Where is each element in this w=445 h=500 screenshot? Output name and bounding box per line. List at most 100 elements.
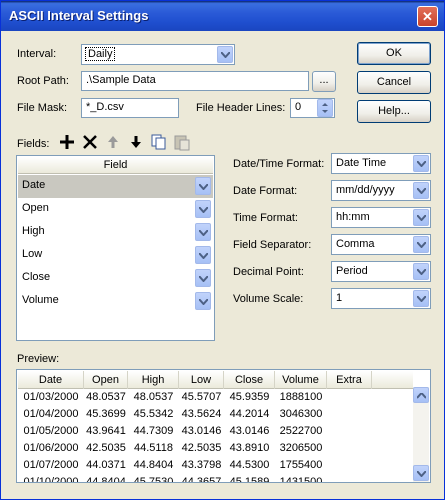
- interval-value: Daily: [84, 47, 116, 61]
- chevron-down-icon[interactable]: [195, 269, 211, 287]
- time-format-select[interactable]: hh:mm: [331, 207, 431, 228]
- preview-cell: 43.9641: [86, 425, 126, 437]
- header-lines-spinner[interactable]: [317, 99, 333, 117]
- chevron-down-icon[interactable]: [195, 223, 211, 241]
- preview-cell: 45.5707: [181, 391, 222, 403]
- preview-cell: 1431500: [279, 476, 323, 483]
- field-row-volume[interactable]: Volume: [18, 290, 213, 313]
- move-up-icon[interactable]: [103, 132, 123, 152]
- preview-scrollbar[interactable]: [413, 387, 429, 482]
- preview-cell: 3206500: [279, 442, 323, 454]
- preview-cell: 43.5624: [181, 408, 222, 420]
- scroll-up-icon[interactable]: [413, 387, 429, 403]
- field-row-high[interactable]: High: [18, 221, 213, 244]
- date-format-value: mm/dd/yyyy: [336, 184, 395, 196]
- chevron-down-icon[interactable]: [195, 292, 211, 310]
- preview-cell: 44.0371: [86, 459, 126, 471]
- preview-header: Date Open High Low Close Volume Extra: [18, 371, 413, 389]
- preview-cell: 1888100: [279, 391, 323, 403]
- interval-select[interactable]: Daily: [81, 44, 235, 65]
- help-button[interactable]: Help...: [357, 100, 431, 123]
- preview-cell: 43.0146: [229, 425, 270, 437]
- cancel-button[interactable]: Cancel: [357, 71, 431, 94]
- file-mask-label: File Mask:: [17, 102, 68, 114]
- field-name: Date: [22, 179, 46, 191]
- chevron-down-icon[interactable]: [413, 182, 429, 199]
- ok-button[interactable]: OK: [357, 42, 431, 65]
- chevron-down-icon[interactable]: [413, 290, 429, 307]
- preview-row: 01/04/2000 45.3699 45.5342 43.5624 44.2014 30…: [18, 407, 413, 423]
- volume-scale-value: 1: [336, 292, 343, 304]
- file-mask-input[interactable]: *_D.csv: [81, 98, 179, 118]
- preview-cell: 45.1589: [229, 476, 270, 483]
- move-down-icon[interactable]: [126, 132, 146, 152]
- chevron-down-icon[interactable]: [413, 263, 429, 280]
- field-name: Open: [22, 202, 49, 214]
- title-bar[interactable]: ASCII Interval Settings ✕: [1, 1, 444, 31]
- preview-cell: 01/03/2000: [23, 391, 79, 403]
- field-separator-select[interactable]: Comma: [331, 234, 431, 255]
- paste-icon[interactable]: [172, 132, 192, 152]
- preview-cell: 44.5300: [229, 459, 270, 471]
- root-path-label: Root Path:: [17, 75, 69, 87]
- preview-cell: 44.2014: [229, 408, 270, 420]
- preview-row: 01/10/2000 44.8404 45.7530 44.3657 45.1589 14…: [18, 475, 413, 483]
- preview-cell: 43.0146: [181, 425, 222, 437]
- preview-cell: 48.0537: [133, 391, 174, 403]
- field-row-date[interactable]: Date: [18, 175, 213, 198]
- chevron-down-icon[interactable]: [195, 177, 211, 195]
- chevron-down-icon[interactable]: [413, 155, 429, 172]
- scroll-down-icon[interactable]: [413, 465, 429, 481]
- chevron-down-icon[interactable]: [413, 209, 429, 226]
- preview-cell: 43.3798: [181, 459, 222, 471]
- preview-col-date[interactable]: Date: [18, 371, 84, 389]
- datetime-format-select[interactable]: Date Time: [331, 153, 431, 174]
- chevron-down-icon[interactable]: [413, 236, 429, 253]
- window-title: ASCII Interval Settings: [9, 8, 149, 23]
- time-format-value: hh:mm: [336, 211, 370, 223]
- browse-button[interactable]: ...: [312, 71, 336, 92]
- chevron-down-icon[interactable]: [195, 246, 211, 264]
- settings-dialog: ASCII Interval Settings ✕ Interval: Dail…: [0, 0, 445, 500]
- preview-cell: 01/04/2000: [23, 408, 79, 420]
- time-format-label: Time Format:: [233, 212, 298, 224]
- chevron-down-icon[interactable]: [195, 200, 211, 218]
- preview-col-extra[interactable]: Extra: [327, 371, 372, 389]
- field-row-low[interactable]: Low: [18, 244, 213, 267]
- preview-cell: 44.7309: [133, 425, 174, 437]
- fields-column-header: Field: [18, 157, 213, 174]
- date-format-select[interactable]: mm/dd/yyyy: [331, 180, 431, 201]
- preview-col-close[interactable]: Close: [224, 371, 275, 389]
- preview-cell: 44.3657: [181, 476, 222, 483]
- fields-list: Field Date Open High Low Close Volume: [16, 155, 215, 341]
- copy-icon[interactable]: [149, 132, 169, 152]
- preview-col-volume[interactable]: Volume: [275, 371, 327, 389]
- preview-cell: 01/07/2000: [23, 459, 79, 471]
- close-icon[interactable]: ✕: [417, 6, 438, 27]
- add-icon[interactable]: [57, 132, 77, 152]
- preview-cell: 2522700: [279, 425, 323, 437]
- preview-row: 01/07/2000 44.0371 44.8404 43.3798 44.5300 17…: [18, 458, 413, 474]
- preview-cell: 1755400: [279, 459, 323, 471]
- preview-cell: 45.3699: [86, 408, 126, 420]
- field-name: Low: [22, 248, 43, 260]
- preview-cell: 43.8910: [229, 442, 270, 454]
- preview-col-low[interactable]: Low: [179, 371, 224, 389]
- preview-label: Preview:: [17, 353, 60, 365]
- preview-table[interactable]: Date Open High Low Close Volume Extra 01…: [16, 369, 431, 483]
- decimal-point-select[interactable]: Period: [331, 261, 431, 282]
- volume-scale-select[interactable]: 1: [331, 288, 431, 309]
- preview-col-high[interactable]: High: [128, 371, 179, 389]
- datetime-format-label: Date/Time Format:: [233, 158, 325, 170]
- chevron-down-icon[interactable]: [217, 46, 233, 63]
- preview-row: 01/05/2000 43.9641 44.7309 43.0146 43.0146 25…: [18, 424, 413, 440]
- root-path-input[interactable]: .\Sample Data: [81, 71, 309, 91]
- preview-row: 01/03/2000 48.0537 48.0537 45.5707 45.9359 18…: [18, 390, 413, 406]
- preview-cell: 01/06/2000: [23, 442, 79, 454]
- interval-label: Interval:: [17, 48, 57, 60]
- field-row-close[interactable]: Close: [18, 267, 213, 290]
- delete-icon[interactable]: [80, 132, 100, 152]
- preview-cell: 44.8404: [133, 459, 174, 471]
- preview-col-open[interactable]: Open: [84, 371, 128, 389]
- field-row-open[interactable]: Open: [18, 198, 213, 221]
